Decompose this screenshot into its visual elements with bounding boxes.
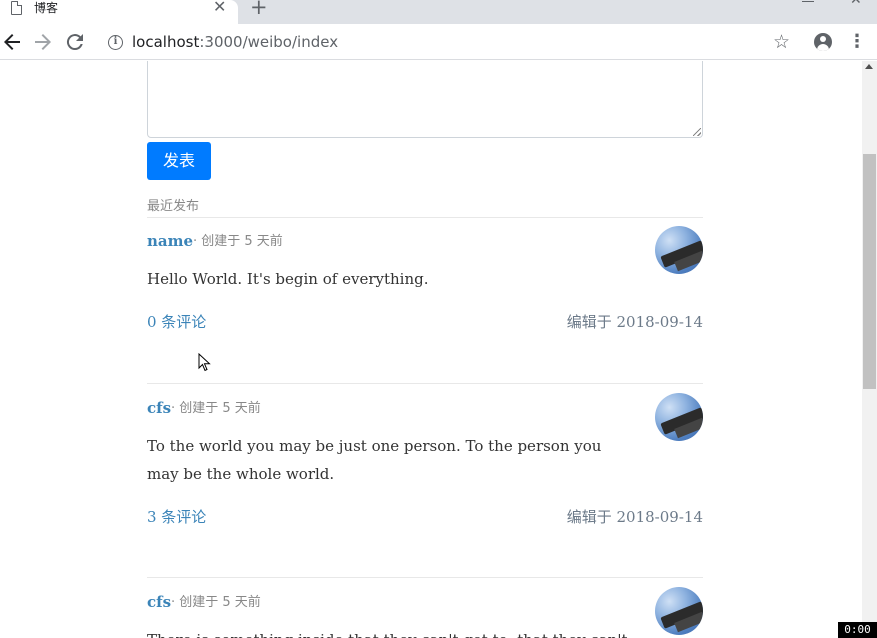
document-icon [11,1,22,15]
kebab-menu-icon[interactable]: ⋮ [848,31,866,53]
scrollbar-thumb[interactable] [863,154,876,389]
recent-posts-label: 最近发布 [147,199,200,214]
post-created-time: · 创建于 5 天前 [171,401,261,416]
post-comments-link[interactable]: 0 条评论 [147,311,206,332]
mouse-cursor-icon [198,353,211,372]
avatar[interactable] [655,393,703,441]
tab-close-icon[interactable]: ✕ [213,0,226,16]
back-icon[interactable] [0,30,24,54]
post-comments-link[interactable]: 3 条评论 [147,506,206,527]
window-close-icon[interactable]: ✕ [850,0,862,8]
post-author-link[interactable]: cfs [147,398,171,418]
divider [147,383,703,384]
avatar[interactable] [655,587,703,635]
resize-grip-icon[interactable] [693,128,701,136]
address-bar[interactable]: localhost:3000/weibo/index [132,33,338,51]
browser-toolbar: i localhost:3000/weibo/index ☆ ⋮ [0,24,877,60]
post-created-time: · 创建于 5 天前 [193,234,283,249]
url-path: :3000/weibo/index [199,33,339,51]
recording-timer: 0:00 [838,622,877,638]
scroll-up-icon[interactable] [865,64,873,69]
reload-icon[interactable] [63,30,87,54]
info-icon[interactable]: i [108,35,123,50]
divider [147,577,703,578]
url-host: localhost [132,33,200,51]
post-author-link[interactable]: name [147,231,193,251]
tab-strip: 博客 ✕ + ✕ [0,0,877,24]
compose-textarea[interactable] [147,61,703,138]
bookmark-star-icon[interactable]: ☆ [773,31,790,53]
divider [147,217,703,218]
post-author-link[interactable]: cfs [147,592,171,612]
browser-tab[interactable]: 博客 ✕ [0,0,238,24]
account-icon[interactable] [814,33,832,51]
publish-button[interactable]: 发表 [147,142,211,180]
forward-icon[interactable] [31,30,55,54]
vertical-scrollbar[interactable] [862,61,877,638]
tab-title: 博客 [34,1,59,15]
new-tab-icon[interactable]: + [250,0,268,18]
post-content: To the world you may be just one person.… [147,437,602,483]
post-content: There is something inside that they can'… [147,626,628,638]
post-edited-time: 编辑于 2018-09-14 [566,508,703,526]
avatar[interactable] [655,226,703,274]
post-edited-time: 编辑于 2018-09-14 [566,313,703,331]
post-content: Hello World. It's begin of everything. [147,270,429,288]
page-content: 发表 最近发布 name · 创建于 5 天前 Hello World. It'… [0,61,862,638]
window-minimize-icon[interactable] [802,0,814,2]
post-created-time: · 创建于 5 天前 [171,595,261,610]
